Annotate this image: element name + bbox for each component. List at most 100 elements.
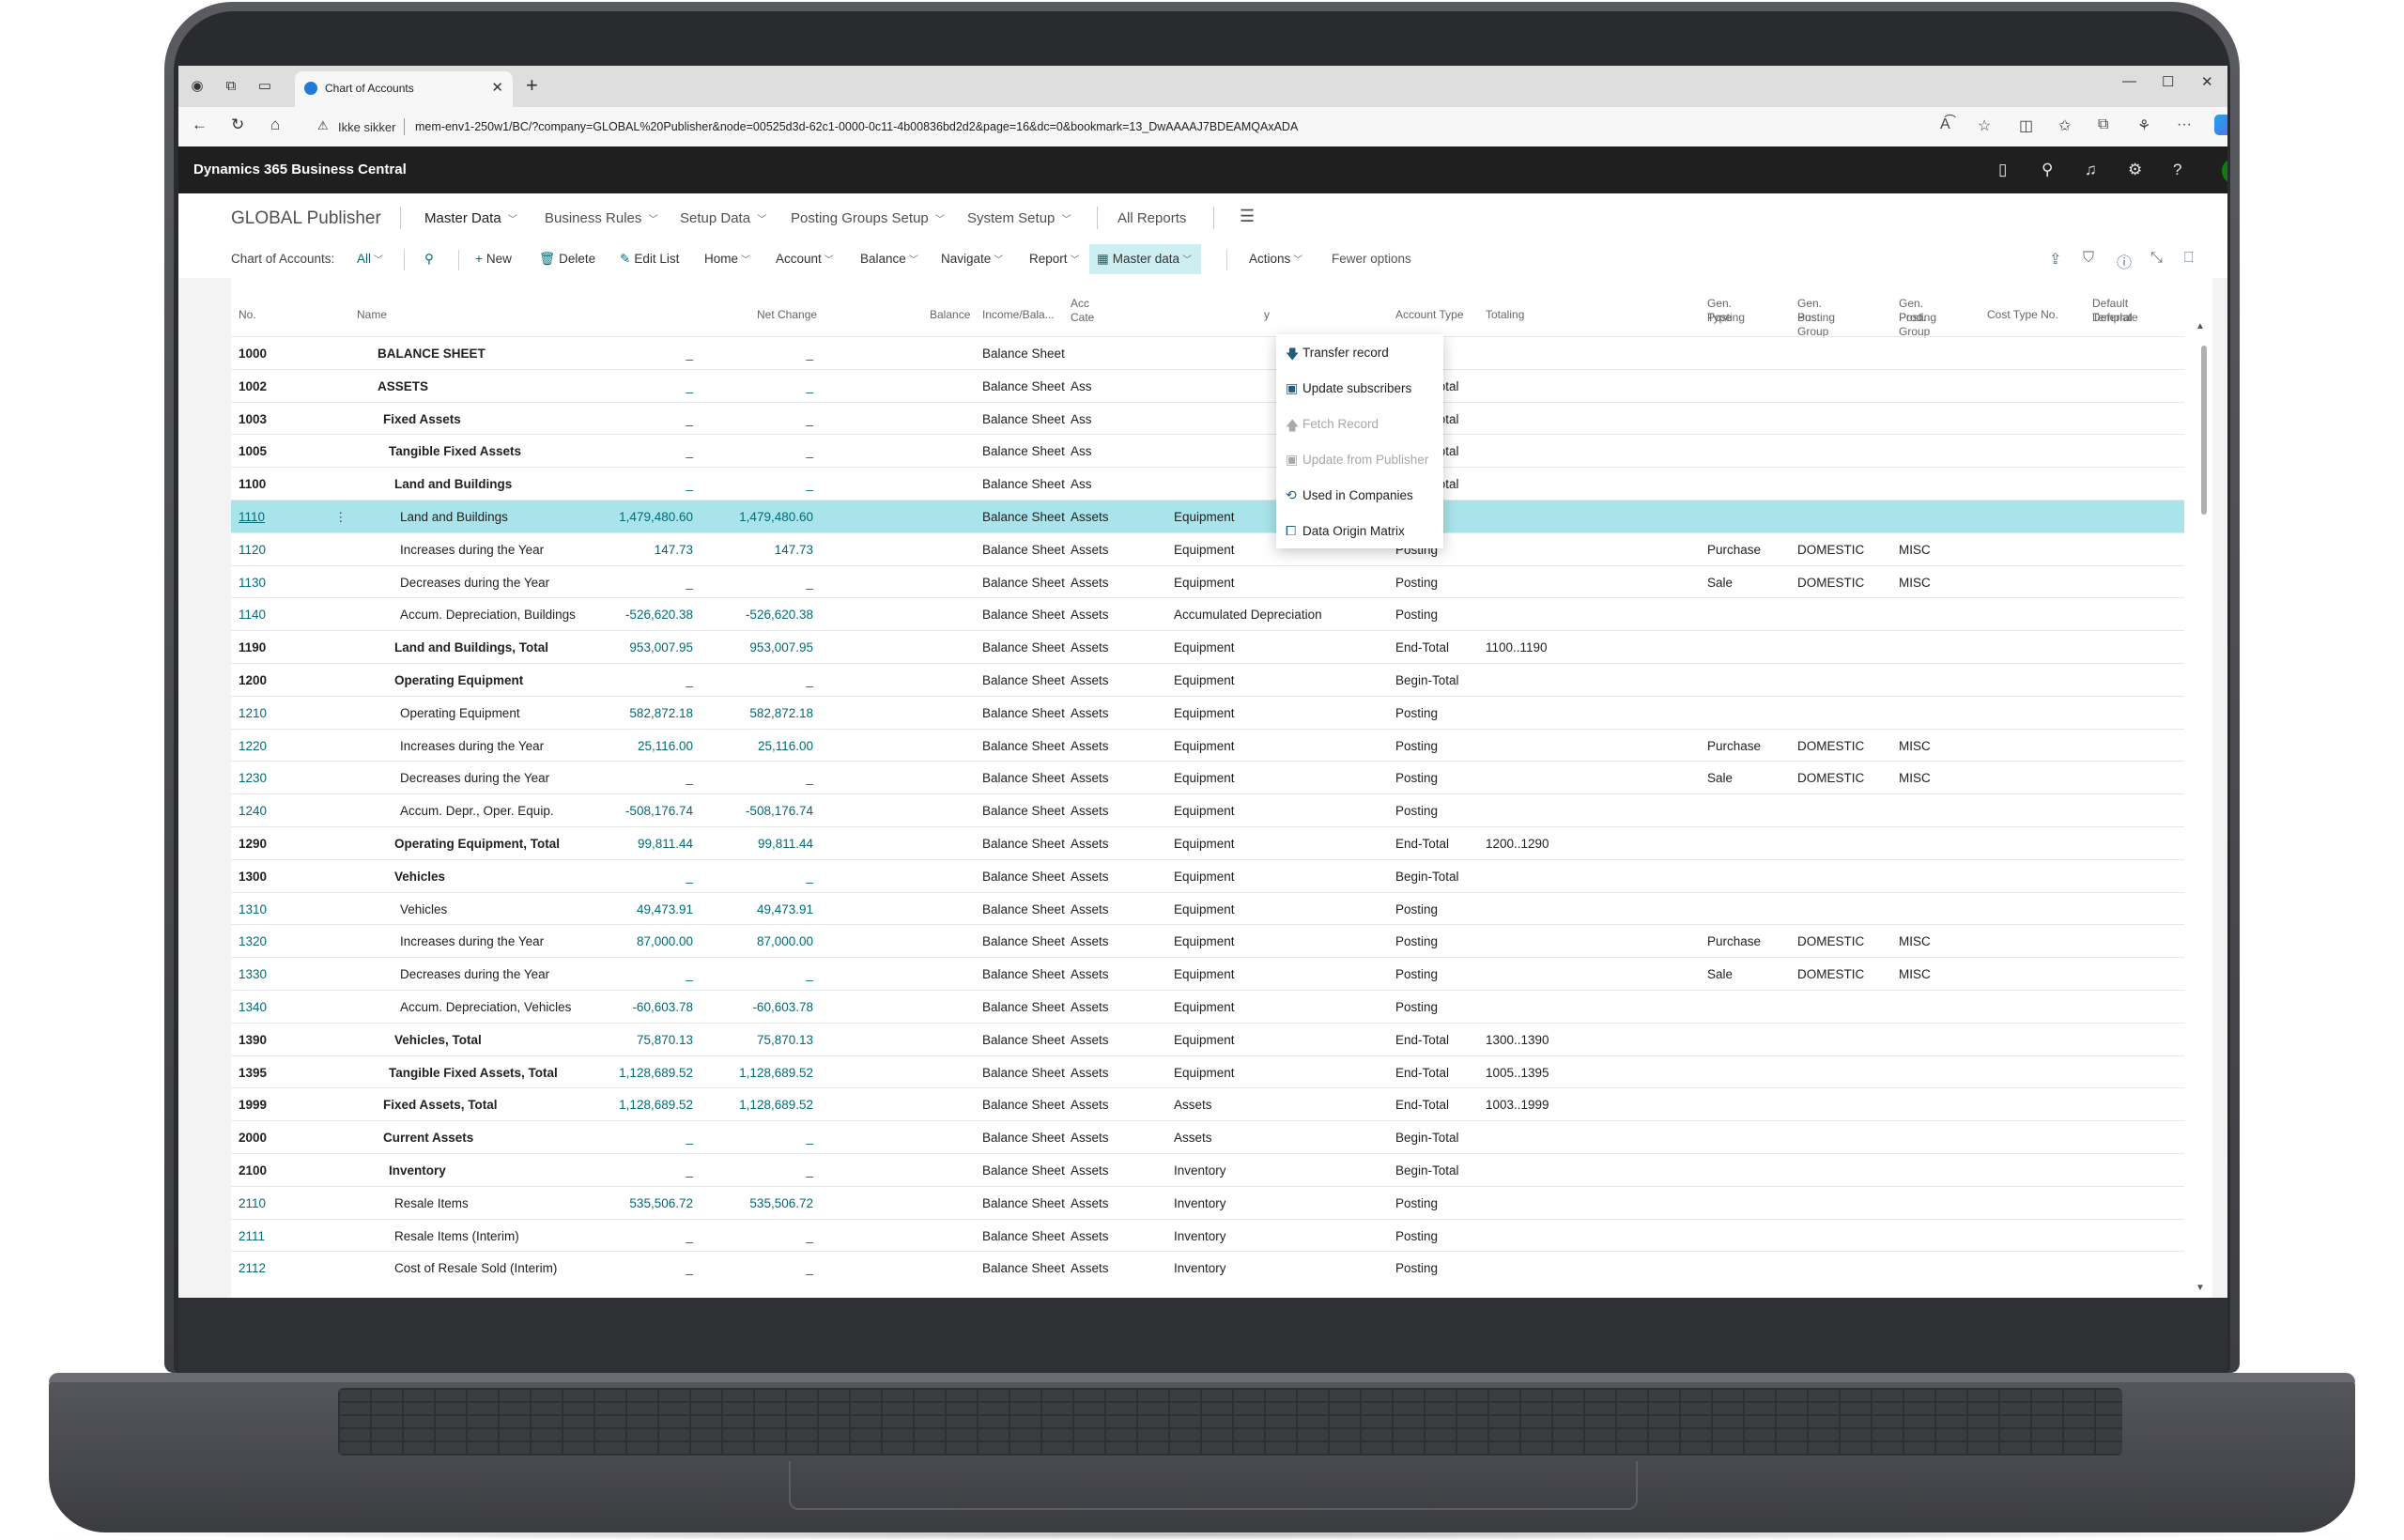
cell-no[interactable]: 2000 bbox=[239, 1131, 267, 1145]
cell-no[interactable]: 1395 bbox=[239, 1066, 267, 1080]
collapse-icon[interactable]: ⤡ bbox=[2150, 250, 2163, 267]
cell-no[interactable]: 1300 bbox=[239, 870, 267, 884]
table-row[interactable]: 1230 Decreases during the Year _ _ Balance S… bbox=[231, 761, 2184, 793]
app-brand[interactable]: Dynamics 365 Business Central bbox=[193, 162, 407, 177]
cell-no[interactable]: 1310 bbox=[239, 902, 267, 916]
cell-net-change[interactable]: _ bbox=[590, 1131, 693, 1145]
tab-actions-icon[interactable]: ▭ bbox=[255, 77, 274, 96]
search-icon[interactable]: ⚲ bbox=[2042, 161, 2053, 179]
favorites-icon[interactable]: ✩ bbox=[2058, 116, 2071, 135]
cell-balance[interactable]: 49,473.91 bbox=[710, 902, 813, 916]
cell-no[interactable]: 1240 bbox=[239, 804, 267, 818]
cell-no[interactable]: 2112 bbox=[239, 1261, 266, 1275]
split-screen-icon[interactable]: ◫ bbox=[2019, 116, 2033, 135]
cell-balance[interactable]: _ bbox=[710, 1229, 813, 1243]
menu-item-transfer-record[interactable]: 🡇 Transfer record bbox=[1276, 334, 1443, 370]
nav-setup-data[interactable]: Setup Data ﹀ bbox=[680, 210, 766, 226]
col-header-balance[interactable]: Balance bbox=[930, 308, 970, 322]
share-icon[interactable]: ⇪ bbox=[2049, 250, 2061, 269]
bell-icon[interactable]: ♫ bbox=[2085, 161, 2097, 179]
delete-button[interactable]: 🗑 Delete bbox=[539, 252, 595, 267]
cell-net-change[interactable]: _ bbox=[590, 1163, 693, 1178]
table-row[interactable]: 1110 Land and Buildings 1,479,480.60 1,479,… bbox=[231, 500, 2184, 532]
cell-no[interactable]: 1999 bbox=[239, 1098, 267, 1112]
extensions-icon[interactable]: ⚘ bbox=[2137, 116, 2150, 135]
cell-net-change[interactable]: _ bbox=[590, 477, 693, 491]
nav-all-reports[interactable]: All Reports bbox=[1117, 210, 1186, 226]
table-row[interactable]: 1200 Operating Equipment _ _ Balance Sheet As… bbox=[231, 663, 2184, 696]
table-row[interactable]: 1300 Vehicles _ _ Balance Sheet Assets Equipme… bbox=[231, 858, 2184, 892]
cell-balance[interactable]: _ bbox=[710, 576, 813, 590]
table-row[interactable]: 2110 Resale Items 535,506.72 535,506.72 Bala… bbox=[231, 1185, 2184, 1219]
nav-master-data[interactable]: Master Data ﹀ bbox=[424, 210, 517, 226]
cell-no[interactable]: 1330 bbox=[239, 967, 267, 981]
cell-net-change[interactable]: 147.73 bbox=[590, 543, 693, 557]
master-data-menu[interactable]: ▦ Master data ﹀ bbox=[1089, 244, 1202, 274]
cell-net-change[interactable]: 99,811.44 bbox=[590, 837, 693, 851]
profile-icon[interactable]: ◉ bbox=[188, 77, 207, 96]
cell-balance[interactable]: -60,603.78 bbox=[710, 1000, 813, 1014]
table-row[interactable]: 1100 Land and Buildings _ _ Balance Sheet Ass… bbox=[231, 467, 2184, 500]
cell-no[interactable]: 1130 bbox=[239, 576, 266, 590]
cell-balance[interactable]: _ bbox=[710, 870, 813, 884]
cell-net-change[interactable]: _ bbox=[590, 379, 693, 393]
table-row[interactable]: 1220 Increases during the Year 25,116.00 25… bbox=[231, 728, 2184, 762]
table-row[interactable]: 1000BALANCE SHEET__Balance SheetHeading bbox=[231, 336, 2184, 369]
cell-balance[interactable]: -508,176.74 bbox=[710, 804, 813, 818]
favorite-star-icon[interactable]: ☆ bbox=[1978, 116, 1991, 135]
cell-no[interactable]: 1340 bbox=[239, 1000, 267, 1014]
table-row[interactable]: 1190 Land and Buildings, Total 953,007.95 9… bbox=[231, 630, 2184, 663]
cell-balance[interactable]: _ bbox=[710, 379, 813, 393]
cell-balance[interactable]: 582,872.18 bbox=[710, 706, 813, 720]
cell-net-change[interactable]: -508,176.74 bbox=[590, 804, 693, 818]
document-icon[interactable]: ▯ bbox=[1998, 161, 2007, 179]
cell-net-change[interactable]: _ bbox=[590, 412, 693, 426]
cell-balance[interactable]: 1,479,480.60 bbox=[710, 510, 813, 524]
minimize-icon[interactable]: — bbox=[2122, 73, 2136, 89]
table-row[interactable]: 1003Fixed Assets__Balance SheetAssBegin-… bbox=[231, 401, 2184, 435]
table-row[interactable]: 1210 Operating Equipment 582,872.18 582,872… bbox=[231, 695, 2184, 729]
cell-net-change[interactable]: -526,620.38 bbox=[590, 608, 693, 622]
menu-item-used-in-companies[interactable]: ⟲ Used in Companies bbox=[1276, 477, 1443, 513]
cell-no[interactable]: 1200 bbox=[239, 673, 267, 687]
gear-icon[interactable]: ⚙ bbox=[2128, 161, 2142, 179]
search-list-icon[interactable]: ⚲ bbox=[424, 252, 438, 267]
cell-no[interactable]: 1140 bbox=[239, 608, 266, 622]
cell-balance[interactable]: 953,007.95 bbox=[710, 640, 813, 654]
cell-net-change[interactable]: _ bbox=[590, 1229, 693, 1243]
navigate-menu[interactable]: Navigate ﹀ bbox=[941, 252, 1003, 266]
table-row[interactable]: 1395 Tangible Fixed Assets, Total 1,128,68… bbox=[231, 1055, 2184, 1088]
cell-net-change[interactable]: _ bbox=[590, 870, 693, 884]
col-header-subcategory[interactable]: y bbox=[1264, 308, 1270, 322]
menu-item-update-subscribers[interactable]: ▣ Update subscribers bbox=[1276, 370, 1443, 406]
cell-net-change[interactable]: _ bbox=[590, 967, 693, 981]
cell-no[interactable]: 1110 bbox=[239, 510, 265, 524]
cell-no[interactable]: 1320 bbox=[239, 934, 267, 948]
cell-balance[interactable]: _ bbox=[710, 1131, 813, 1145]
cell-net-change[interactable]: _ bbox=[590, 444, 693, 458]
cell-no[interactable]: 1230 bbox=[239, 771, 267, 785]
cell-no[interactable]: 1210 bbox=[239, 706, 267, 720]
menu-item-data-origin-matrix[interactable]: ⧠ Data Origin Matrix bbox=[1276, 513, 1443, 548]
browser-tab[interactable]: Chart of Accounts ✕ bbox=[295, 71, 513, 107]
scrollbar-thumb[interactable] bbox=[2201, 346, 2207, 515]
cell-no[interactable]: 1390 bbox=[239, 1033, 267, 1047]
cell-balance[interactable]: _ bbox=[710, 771, 813, 785]
cell-net-change[interactable]: 1,128,689.52 bbox=[590, 1066, 693, 1080]
cell-balance[interactable]: _ bbox=[710, 412, 813, 426]
cell-balance[interactable]: _ bbox=[710, 673, 813, 687]
cell-no[interactable]: 1120 bbox=[239, 543, 266, 557]
cell-no[interactable]: 2100 bbox=[239, 1163, 267, 1178]
cell-net-change[interactable]: 582,872.18 bbox=[590, 706, 693, 720]
maximize-icon[interactable]: ☐ bbox=[2162, 73, 2174, 90]
cell-balance[interactable]: _ bbox=[710, 477, 813, 491]
table-row[interactable]: 1005 Tangible Fixed Assets _ _ Balance Sheet… bbox=[231, 434, 2184, 467]
col-header-no[interactable]: No. bbox=[239, 308, 256, 322]
cell-balance[interactable]: -526,620.38 bbox=[710, 608, 813, 622]
table-row[interactable]: 1340 Accum. Depreciation, Vehicles -60,603… bbox=[231, 990, 2184, 1023]
bookmark-icon[interactable]: ⎕ bbox=[2184, 250, 2194, 267]
col-header-account-type[interactable]: Account Type bbox=[1395, 308, 1464, 322]
nav-system-setup[interactable]: System Setup ﹀ bbox=[967, 210, 1071, 226]
cell-no[interactable]: 1005 bbox=[239, 444, 267, 458]
cell-no[interactable]: 1190 bbox=[239, 640, 266, 654]
